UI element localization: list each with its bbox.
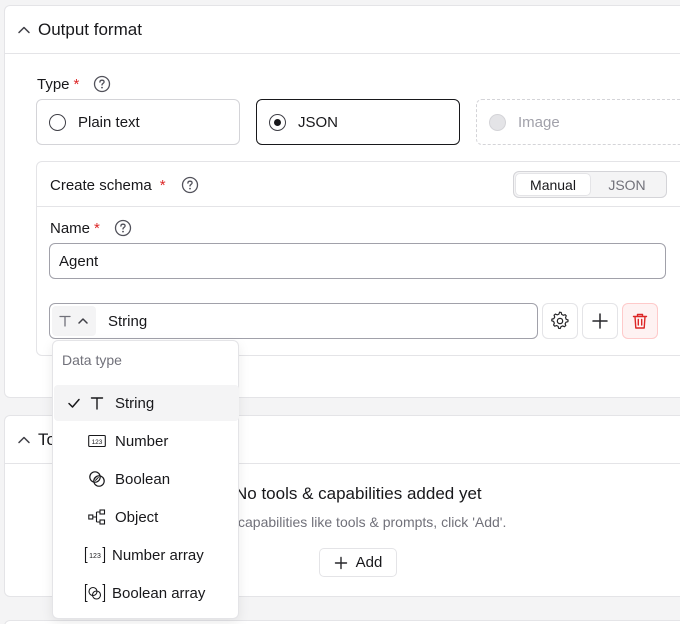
data-type-menu-title: Data type <box>62 352 122 368</box>
data-type-trigger[interactable] <box>52 306 96 336</box>
radio-disabled-icon <box>489 113 506 131</box>
boolean-type-icon <box>86 470 108 488</box>
output-format-title: Output format <box>38 19 142 39</box>
menu-item-label: Number <box>115 432 169 450</box>
menu-item-label: String <box>115 394 155 412</box>
plus-icon <box>591 312 609 330</box>
schema-mode-toggle: Manual JSON <box>513 171 667 198</box>
trash-icon <box>631 312 649 330</box>
chevron-up-icon <box>76 314 90 328</box>
option-label: Image <box>518 113 560 131</box>
type-label: Type <box>37 75 70 93</box>
menu-item-object[interactable]: Object <box>54 499 239 535</box>
chevron-up-icon[interactable] <box>15 431 33 449</box>
output-option-plain-text[interactable]: Plain text <box>36 99 240 145</box>
option-label: Plain text <box>78 113 140 131</box>
number-type-icon: 123 <box>86 434 108 448</box>
help-icon[interactable] <box>114 219 132 237</box>
gear-icon <box>550 311 570 331</box>
required-mark: * <box>94 219 100 237</box>
menu-item-string[interactable]: String <box>54 385 239 421</box>
menu-item-number[interactable]: 123 Number <box>54 423 239 459</box>
menu-item-label: Object <box>115 508 159 526</box>
add-field-button[interactable] <box>582 303 618 339</box>
radio-selected-icon <box>269 113 286 131</box>
field-name-value[interactable]: String <box>108 313 147 330</box>
required-mark: * <box>159 176 166 194</box>
output-format-header[interactable]: Output format <box>5 6 680 54</box>
text-type-icon <box>58 314 72 328</box>
number-array-icon: 123 <box>84 546 106 564</box>
name-label: Name <box>50 219 91 237</box>
field-settings-button[interactable] <box>542 303 578 339</box>
output-option-json[interactable]: JSON <box>256 99 460 145</box>
add-tool-label: Add <box>355 554 383 571</box>
help-icon[interactable] <box>93 75 111 93</box>
next-card <box>4 620 680 624</box>
schema-field-row: String <box>49 303 538 339</box>
type-label-row: Type * <box>37 75 111 93</box>
boolean-array-icon <box>84 583 106 603</box>
text-type-icon <box>86 395 108 411</box>
menu-item-boolean[interactable]: Boolean <box>54 461 239 497</box>
delete-field-button[interactable] <box>622 303 658 339</box>
schema-title-row: Create schema * <box>50 176 199 194</box>
data-type-menu: Data type String 123 Number Boolean Obje… <box>52 340 239 619</box>
mode-json-button[interactable]: JSON <box>590 174 664 195</box>
svg-text:123: 123 <box>92 439 103 446</box>
menu-item-boolean-array[interactable]: Boolean array <box>54 575 239 611</box>
required-mark: * <box>73 75 80 93</box>
plus-icon <box>334 556 348 570</box>
svg-text:123: 123 <box>89 553 101 560</box>
check-icon <box>64 396 84 410</box>
help-icon[interactable] <box>181 176 199 194</box>
menu-item-label: Number array <box>112 546 204 564</box>
add-tool-button[interactable]: Add <box>319 548 397 577</box>
menu-item-number-array[interactable]: 123 Number array <box>54 537 239 573</box>
tools-empty-subtitle: capabilities like tools & prompts, click… <box>238 514 507 530</box>
schema-title: Create schema <box>50 176 152 194</box>
tools-empty-title: No tools & capabilities added yet <box>235 484 482 503</box>
object-type-icon <box>86 509 108 525</box>
name-label-row: Name * <box>50 219 132 237</box>
output-option-image: Image <box>476 99 680 145</box>
radio-icon <box>49 113 66 131</box>
menu-item-label: Boolean array <box>112 584 206 602</box>
option-label: JSON <box>298 113 339 131</box>
menu-item-label: Boolean <box>115 470 171 488</box>
mode-manual-button[interactable]: Manual <box>516 174 590 195</box>
chevron-up-icon[interactable] <box>15 21 33 39</box>
schema-name-input[interactable]: Agent <box>49 243 666 279</box>
